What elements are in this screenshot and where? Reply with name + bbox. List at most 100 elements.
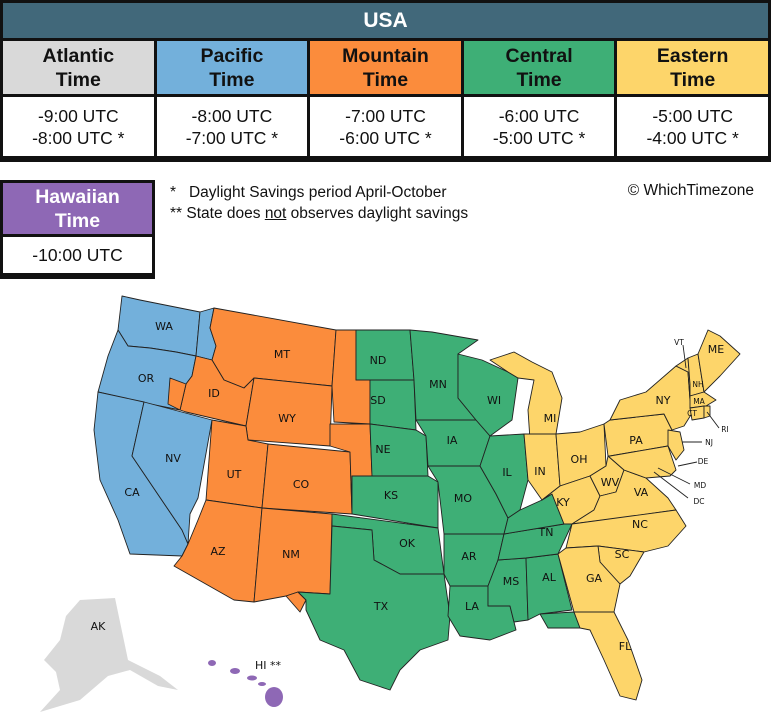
label-mo: MO — [454, 492, 472, 505]
zone-name: Mountain — [342, 44, 429, 67]
zone-header-mountain: Mountain Time — [310, 41, 464, 94]
label-nd: ND — [370, 354, 387, 367]
zone-header-pacific: Pacific Time — [156, 41, 311, 94]
zone-name: Atlantic — [42, 44, 115, 67]
zone-name-suffix: Time — [362, 68, 409, 91]
zone-name-suffix: Time — [670, 68, 716, 91]
footnote-marker: ** — [170, 205, 183, 222]
label-co: CO — [293, 478, 310, 491]
daylight-offset: -5:00 UTC * — [492, 127, 586, 148]
footnote-text: State does — [186, 205, 265, 222]
footnotes: * Daylight Savings period April-October … — [170, 182, 468, 224]
zone-offsets-atlantic: -9:00 UTC -8:00 UTC * — [3, 97, 157, 156]
label-nh: NH — [692, 380, 703, 389]
label-nm: NM — [282, 548, 300, 561]
label-id: ID — [208, 387, 220, 400]
label-ny: NY — [656, 394, 671, 407]
zone-header-central: Central Time — [463, 41, 618, 94]
state-ak — [40, 598, 178, 712]
zone-offset-row: -9:00 UTC -8:00 UTC * -8:00 UTC -7:00 UT… — [3, 97, 768, 156]
standard-offset: -8:00 UTC — [191, 105, 273, 126]
label-ct: CT — [687, 409, 697, 418]
standard-offset: -9:00 UTC — [37, 105, 119, 126]
label-fl: FL — [619, 640, 632, 653]
table-title: USA — [3, 3, 768, 41]
zone-header-atlantic: Atlantic Time — [3, 41, 157, 94]
zone-name: Central — [505, 44, 573, 67]
label-az: AZ — [210, 545, 226, 558]
label-ga: GA — [586, 572, 603, 585]
label-ky: KY — [556, 496, 570, 509]
label-hi: HI ** — [255, 659, 282, 672]
label-de: DE — [698, 457, 709, 466]
label-ut: UT — [227, 468, 242, 481]
footnote-marker: * — [170, 184, 177, 201]
zone-header-hawaiian: Hawaiian Time — [3, 183, 152, 237]
zone-name: Pacific — [200, 44, 264, 67]
label-ms: MS — [503, 575, 519, 588]
zone-offsets-pacific: -8:00 UTC -7:00 UTC * — [156, 97, 311, 156]
state-me — [697, 329, 741, 393]
zone-name: Hawaiian — [35, 185, 120, 208]
zone-name-suffix: Time — [209, 68, 255, 91]
standard-offset: -7:00 UTC — [345, 105, 426, 126]
label-oh: OH — [571, 453, 588, 466]
label-wa: WA — [155, 320, 173, 333]
label-or: OR — [138, 372, 155, 385]
footnote-text-end: observes daylight savings — [286, 205, 469, 222]
label-me: ME — [708, 343, 724, 356]
zone-offsets-eastern: -5:00 UTC -4:00 UTC * — [617, 97, 768, 156]
standard-offset: -5:00 UTC — [652, 105, 734, 126]
daylight-offset: -6:00 UTC * — [339, 127, 432, 148]
footnote-emphasis: not — [264, 205, 287, 222]
zone-header-eastern: Eastern Time — [617, 41, 768, 94]
copyright-text: © WhichTimezone — [627, 182, 754, 199]
zone-name: Eastern — [656, 44, 729, 67]
label-ar: AR — [461, 550, 477, 563]
label-ks: KS — [384, 489, 398, 502]
label-wv: WV — [601, 476, 620, 489]
footnote-text: Daylight Savings period April-October — [188, 184, 447, 201]
label-mi: MI — [544, 412, 557, 425]
label-mn: MN — [429, 378, 447, 391]
label-nc: NC — [632, 518, 648, 531]
label-al: AL — [542, 571, 557, 584]
label-va: VA — [634, 486, 649, 499]
label-ca: CA — [124, 486, 140, 499]
label-la: LA — [465, 600, 479, 613]
label-in: IN — [534, 465, 545, 478]
zone-header-row: Atlantic Time Pacific Time Mountain Time Ce… — [3, 41, 768, 97]
footnote-no-dst: ** State does not observes daylight savi… — [170, 203, 468, 224]
state-fl-panhandle-west — [539, 611, 581, 629]
daylight-offset: -4:00 UTC * — [646, 127, 739, 148]
zone-name-suffix: Time — [55, 68, 101, 91]
label-wy: WY — [278, 412, 296, 425]
label-ne: NE — [375, 443, 390, 456]
zone-name-suffix: Time — [516, 68, 562, 91]
label-dc: DC — [693, 497, 704, 506]
label-ma: MA — [693, 397, 705, 406]
label-mt: MT — [274, 348, 290, 361]
label-md: MD — [694, 481, 706, 490]
daylight-offset: -7:00 UTC * — [185, 127, 279, 148]
standard-offset: -6:00 UTC — [498, 105, 580, 126]
label-tn: TN — [538, 526, 554, 539]
label-nj: NJ — [705, 438, 713, 447]
timezone-table: USA Atlantic Time Pacific Time Mountain Tim… — [0, 0, 771, 162]
footnote-daylight: * Daylight Savings period April-October — [170, 182, 468, 203]
us-timezone-map: WA OR CA NV ID MT WY UT CO AZ NM ND SD N… — [40, 295, 741, 712]
label-wi: WI — [487, 394, 501, 407]
label-ia: IA — [447, 434, 458, 447]
label-vt: VT — [674, 338, 684, 347]
label-il: IL — [502, 466, 512, 479]
label-ak: AK — [91, 620, 107, 633]
zone-offsets-central: -6:00 UTC -5:00 UTC * — [463, 97, 618, 156]
daylight-offset: -8:00 UTC * — [32, 127, 125, 148]
label-pa: PA — [629, 434, 643, 447]
label-ok: OK — [399, 537, 416, 550]
zone-name-suffix: Time — [54, 209, 101, 232]
zone-offsets-mountain: -7:00 UTC -6:00 UTC * — [310, 97, 464, 156]
label-ri: RI — [721, 425, 728, 434]
hawaiian-offset: -10:00 UTC — [3, 237, 152, 273]
label-sd: SD — [370, 394, 385, 407]
